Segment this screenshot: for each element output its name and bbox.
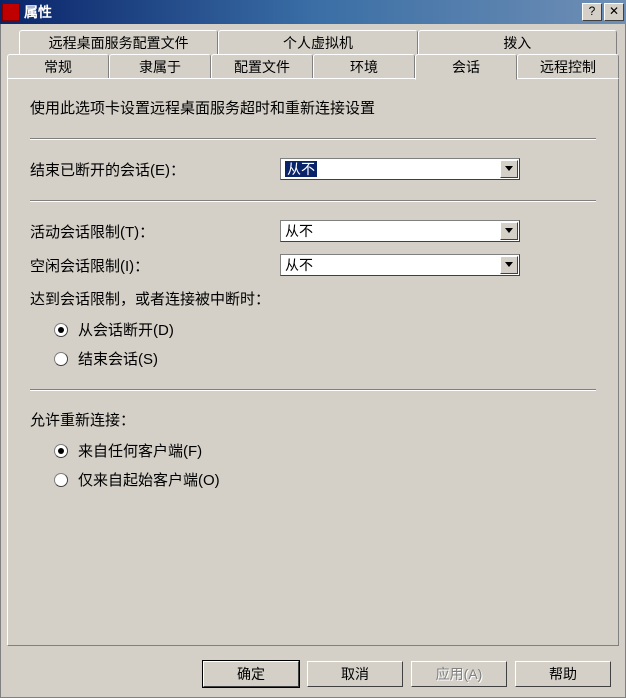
dropdown-value: 从不 bbox=[285, 257, 313, 273]
tab-general[interactable]: 常规 bbox=[7, 54, 109, 79]
help-button[interactable]: 帮助 bbox=[515, 661, 611, 687]
tab-dial-in[interactable]: 拨入 bbox=[418, 30, 617, 55]
separator bbox=[30, 138, 596, 140]
chevron-down-icon bbox=[500, 160, 518, 178]
sessions-panel: 使用此选项卡设置远程桌面服务超时和重新连接设置 结束已断开的会话(E)： 从不 … bbox=[7, 78, 619, 646]
end-disconnected-label: 结束已断开的会话(E)： bbox=[30, 159, 280, 180]
window-title: 属性 bbox=[24, 2, 582, 22]
tab-remote-control[interactable]: 远程控制 bbox=[517, 54, 619, 79]
chevron-down-icon bbox=[500, 256, 518, 274]
radio-any-client-label: 来自任何客户端(F) bbox=[78, 440, 202, 461]
tab-sessions[interactable]: 会话 bbox=[415, 54, 517, 80]
cancel-button[interactable]: 取消 bbox=[307, 661, 403, 687]
dropdown-value: 从不 bbox=[285, 161, 317, 177]
tab-environment[interactable]: 环境 bbox=[313, 54, 415, 79]
radio-disconnect[interactable] bbox=[54, 323, 68, 337]
apply-button[interactable]: 应用(A) bbox=[411, 661, 507, 687]
separator bbox=[30, 200, 596, 202]
radio-orig-client[interactable] bbox=[54, 473, 68, 487]
panel-description: 使用此选项卡设置远程桌面服务超时和重新连接设置 bbox=[30, 97, 596, 118]
tab-member-of[interactable]: 隶属于 bbox=[109, 54, 211, 79]
tabstrip: 远程桌面服务配置文件 个人虚拟机 拨入 常规 隶属于 配置文件 环境 会话 远程… bbox=[7, 30, 619, 79]
window-icon bbox=[2, 3, 20, 21]
radio-orig-client-label: 仅来自起始客户端(O) bbox=[78, 469, 220, 490]
close-button[interactable]: ✕ bbox=[604, 3, 624, 21]
dropdown-value: 从不 bbox=[285, 223, 313, 239]
tab-profile[interactable]: 配置文件 bbox=[211, 54, 313, 79]
limit-reached-label: 达到会话限制，或者连接被中断时： bbox=[30, 288, 596, 309]
end-disconnected-dropdown[interactable]: 从不 bbox=[280, 158, 520, 180]
tab-rds-profile[interactable]: 远程桌面服务配置文件 bbox=[19, 30, 218, 55]
active-limit-label: 活动会话限制(T)： bbox=[30, 221, 280, 242]
idle-limit-label: 空闲会话限制(I)： bbox=[30, 255, 280, 276]
radio-any-client[interactable] bbox=[54, 444, 68, 458]
radio-end-session-label: 结束会话(S) bbox=[78, 348, 158, 369]
ok-button[interactable]: 确定 bbox=[203, 661, 299, 687]
radio-end-session[interactable] bbox=[54, 352, 68, 366]
reconnect-label: 允许重新连接： bbox=[30, 409, 596, 430]
dialog-buttons: 确定 取消 应用(A) 帮助 bbox=[7, 661, 619, 687]
separator bbox=[30, 389, 596, 391]
idle-limit-dropdown[interactable]: 从不 bbox=[280, 254, 520, 276]
help-button[interactable]: ? bbox=[582, 3, 602, 21]
titlebar: 属性 ? ✕ bbox=[0, 0, 626, 24]
dialog-body: 远程桌面服务配置文件 个人虚拟机 拨入 常规 隶属于 配置文件 环境 会话 远程… bbox=[0, 24, 626, 698]
radio-disconnect-label: 从会话断开(D) bbox=[78, 319, 174, 340]
tab-personal-vm[interactable]: 个人虚拟机 bbox=[218, 30, 417, 55]
chevron-down-icon bbox=[500, 222, 518, 240]
active-limit-dropdown[interactable]: 从不 bbox=[280, 220, 520, 242]
